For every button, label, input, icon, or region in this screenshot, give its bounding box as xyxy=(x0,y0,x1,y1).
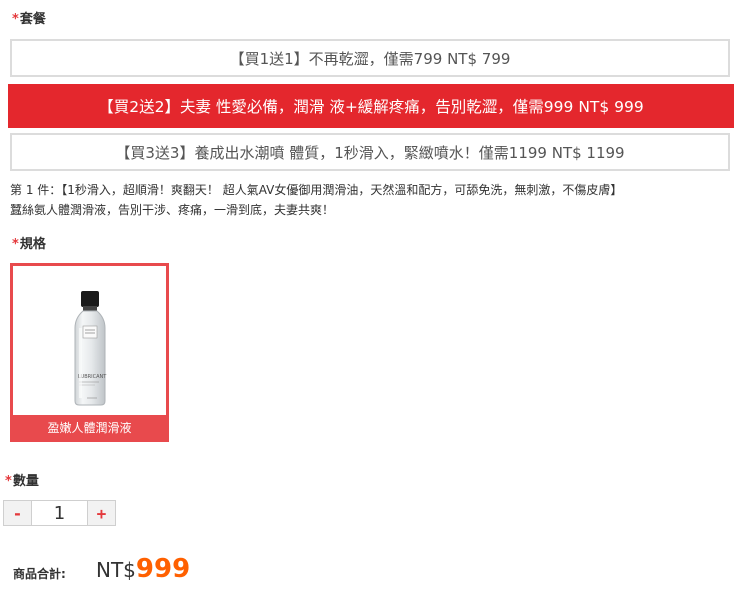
package-section-label: *套餐 xyxy=(12,8,46,27)
total-currency: NT$ xyxy=(96,558,136,582)
package-description-line-2: 蠶絲氨人體潤滑液，告別干涉、疼痛，一滑到底，夫妻共爽！ xyxy=(10,203,335,217)
spec-option-label: 盈嫩人體潤滑液 xyxy=(13,415,166,439)
package-option-2-label: 【買2送2】夫妻 性愛必備，潤滑 液+緩解疼痛，告別乾澀，僅需999 NT$ 9… xyxy=(98,98,644,116)
total-amount: 999 xyxy=(135,554,191,584)
bottle-brand-text: LUBRICANT xyxy=(78,374,107,380)
quantity-label: 數量 xyxy=(12,474,39,489)
quantity-stepper: - + xyxy=(3,500,116,526)
spec-label: 規格 xyxy=(19,237,46,252)
required-asterisk: * xyxy=(12,237,19,252)
package-option-3[interactable]: 【買3送3】養成出水潮噴 體質，1秒滑入，緊緻噴水！僅需1199 NT$ 119… xyxy=(10,133,730,171)
package-option-1-label: 【買1送1】不再乾澀，僅需799 NT$ 799 xyxy=(229,49,511,68)
quantity-increase-button[interactable]: + xyxy=(87,501,115,525)
product-image: LUBRICANT xyxy=(13,266,166,418)
total-price: NT$999 xyxy=(96,554,190,584)
quantity-section-label: *數量 xyxy=(5,470,39,489)
spec-section-label: *規格 xyxy=(12,233,46,252)
package-label: 套餐 xyxy=(19,12,46,27)
quantity-decrease-button[interactable]: - xyxy=(4,501,32,525)
package-option-2-selected[interactable]: 【買2送2】夫妻 性愛必備，潤滑 液+緩解疼痛，告別乾澀，僅需999 NT$ 9… xyxy=(8,84,734,128)
package-option-1[interactable]: 【買1送1】不再乾澀，僅需799 NT$ 799 xyxy=(10,39,730,77)
package-description: 第 1 件：【1秒滑入，超順滑！爽翻天！ 超人氣AV女優御用潤滑油，天然溫和配方… xyxy=(10,180,734,220)
lubricant-bottle-icon: LUBRICANT xyxy=(74,291,107,406)
required-asterisk: * xyxy=(12,12,19,27)
package-description-line-1: 第 1 件：【1秒滑入，超順滑！爽翻天！ 超人氣AV女優御用潤滑油，天然溫和配方… xyxy=(10,183,623,197)
package-option-3-label: 【買3送3】養成出水潮噴 體質，1秒滑入，緊緻噴水！僅需1199 NT$ 119… xyxy=(115,143,625,162)
quantity-input[interactable] xyxy=(32,501,87,525)
required-asterisk: * xyxy=(5,474,12,489)
total-label: 商品合計: xyxy=(13,567,66,581)
spec-option-card[interactable]: LUBRICANT 盈嫩人體潤滑液 xyxy=(10,263,169,442)
